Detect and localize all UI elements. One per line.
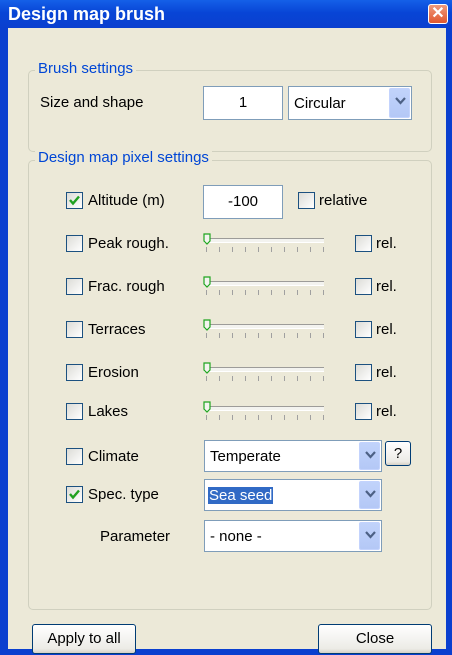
slider-thumb-icon[interactable] xyxy=(203,362,211,374)
spec-type-select[interactable]: Sea seed xyxy=(204,479,382,511)
spec-type-select-value: Sea seed xyxy=(208,487,274,504)
checkmark-icon xyxy=(69,489,80,500)
shape-select[interactable]: Circular xyxy=(288,86,412,120)
altitude-label: Altitude (m) xyxy=(88,192,165,209)
size-shape-label: Size and shape xyxy=(40,94,144,111)
climate-label: Climate xyxy=(88,448,139,465)
apply-to-all-button[interactable]: Apply to all xyxy=(32,624,136,654)
parameter-label: Parameter xyxy=(100,528,171,545)
pixel-settings-label: Design map pixel settings xyxy=(35,149,212,166)
peak-rough-rel-label: rel. xyxy=(376,235,397,252)
climate-select[interactable]: Temperate xyxy=(204,440,382,472)
slider-thumb-icon[interactable] xyxy=(203,233,211,245)
altitude-relative-label: relative xyxy=(319,192,368,209)
frac-rough-rel-label: rel. xyxy=(376,278,397,295)
peak-rough-checkbox[interactable] xyxy=(66,235,83,252)
chevron-down-icon[interactable] xyxy=(359,522,380,550)
altitude-input[interactable]: -100 xyxy=(203,185,283,219)
dialog-body: Brush settings Size and shape 1 Circular… xyxy=(8,28,446,654)
window-title: Design map brush xyxy=(8,4,166,24)
terraces-slider[interactable] xyxy=(203,319,326,341)
peak-rough-label: Peak rough. xyxy=(88,235,169,252)
frac-rough-rel-checkbox[interactable] xyxy=(355,278,372,295)
terraces-label: Terraces xyxy=(88,321,146,338)
slider-thumb-icon[interactable] xyxy=(203,319,211,331)
parameter-select-value: - none - xyxy=(210,528,262,545)
altitude-checkbox[interactable] xyxy=(66,192,83,209)
frac-rough-checkbox[interactable] xyxy=(66,278,83,295)
size-input[interactable]: 1 xyxy=(203,86,283,120)
climate-select-value: Temperate xyxy=(210,448,281,465)
dialog-window: Design map brush ✕ Brush settings Size a… xyxy=(0,0,452,655)
chevron-down-icon[interactable] xyxy=(359,481,380,509)
parameter-select[interactable]: - none - xyxy=(204,520,382,552)
close-icon[interactable]: ✕ xyxy=(428,4,448,24)
lakes-label: Lakes xyxy=(88,403,129,420)
lakes-rel-label: rel. xyxy=(376,403,397,420)
title-bar[interactable]: Design map brush ✕ xyxy=(0,0,452,28)
erosion-slider[interactable] xyxy=(203,362,326,384)
climate-checkbox[interactable] xyxy=(66,448,83,465)
slider-thumb-icon[interactable] xyxy=(203,401,211,413)
lakes-checkbox[interactable] xyxy=(66,403,83,420)
lakes-rel-checkbox[interactable] xyxy=(355,403,372,420)
brush-settings-label: Brush settings xyxy=(35,60,137,77)
climate-help-button[interactable]: ? xyxy=(385,441,411,466)
terraces-rel-checkbox[interactable] xyxy=(355,321,372,338)
terraces-rel-label: rel. xyxy=(376,321,397,338)
close-button[interactable]: Close xyxy=(318,624,432,654)
terraces-checkbox[interactable] xyxy=(66,321,83,338)
peak-rough-slider[interactable] xyxy=(203,233,326,255)
checkmark-icon xyxy=(69,195,80,206)
spec-type-checkbox[interactable] xyxy=(66,486,83,503)
spec-type-label: Spec. type xyxy=(88,486,159,503)
peak-rough-rel-checkbox[interactable] xyxy=(355,235,372,252)
altitude-relative-checkbox[interactable] xyxy=(298,192,315,209)
slider-thumb-icon[interactable] xyxy=(203,276,211,288)
erosion-label: Erosion xyxy=(88,364,139,381)
erosion-checkbox[interactable] xyxy=(66,364,83,381)
erosion-rel-label: rel. xyxy=(376,364,397,381)
frac-rough-slider[interactable] xyxy=(203,276,326,298)
frac-rough-label: Frac. rough xyxy=(88,278,165,295)
erosion-rel-checkbox[interactable] xyxy=(355,364,372,381)
chevron-down-icon[interactable] xyxy=(389,88,410,118)
chevron-down-icon[interactable] xyxy=(359,442,380,470)
lakes-slider[interactable] xyxy=(203,401,326,423)
shape-select-value: Circular xyxy=(294,95,346,112)
